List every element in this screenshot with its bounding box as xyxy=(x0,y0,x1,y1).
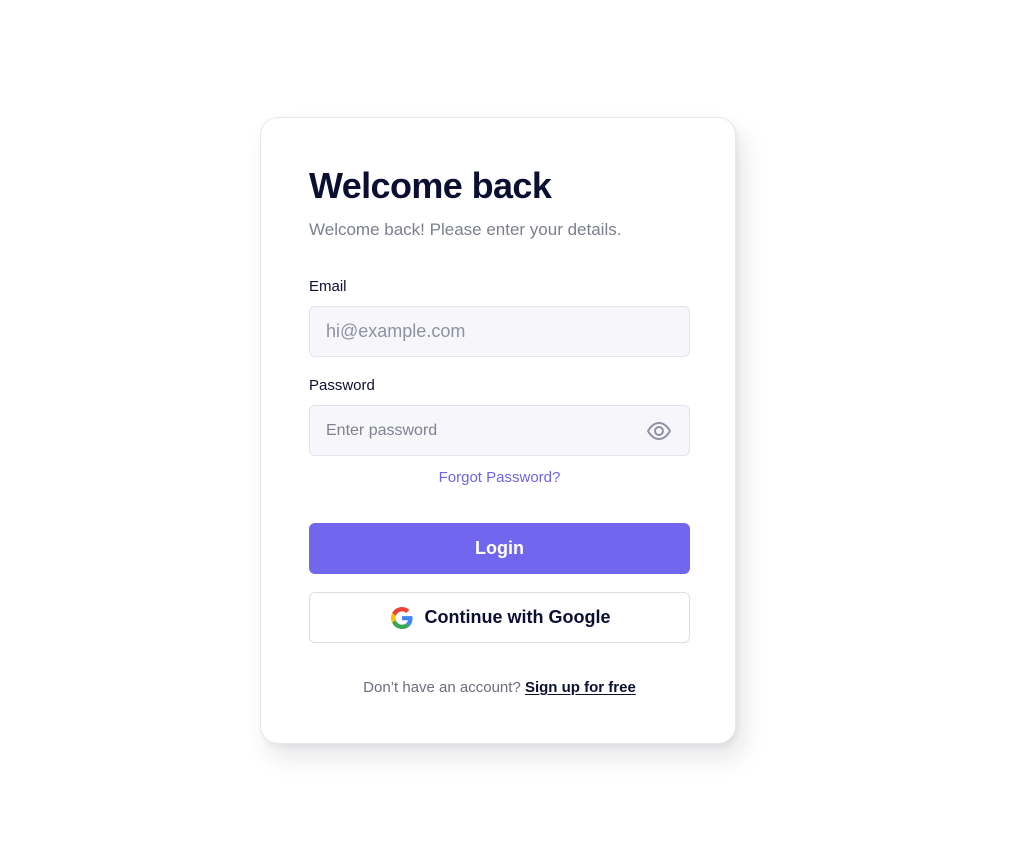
signup-prompt: Don’t have an account? Sign up for free xyxy=(309,678,690,698)
continue-with-google-button[interactable]: Continue with Google xyxy=(309,592,690,643)
forgot-password-link[interactable]: Forgot Password? xyxy=(309,468,690,488)
password-label: Password xyxy=(309,377,375,394)
eye-icon[interactable] xyxy=(646,420,672,442)
password-field xyxy=(309,405,690,456)
signup-link[interactable]: Sign up for free xyxy=(525,679,636,696)
login-card: Welcome back Welcome back! Please enter … xyxy=(260,117,736,744)
password-input[interactable] xyxy=(310,406,689,455)
google-icon xyxy=(390,606,413,629)
page-subtitle: Welcome back! Please enter your details. xyxy=(309,220,622,239)
signup-prompt-text: Don’t have an account? xyxy=(363,679,521,696)
page-title: Welcome back xyxy=(309,165,552,206)
login-button[interactable]: Login xyxy=(309,523,690,574)
email-input[interactable] xyxy=(310,307,689,356)
email-label: Email xyxy=(309,278,347,295)
continue-with-google-label: Continue with Google xyxy=(424,607,611,627)
email-field xyxy=(309,306,690,357)
